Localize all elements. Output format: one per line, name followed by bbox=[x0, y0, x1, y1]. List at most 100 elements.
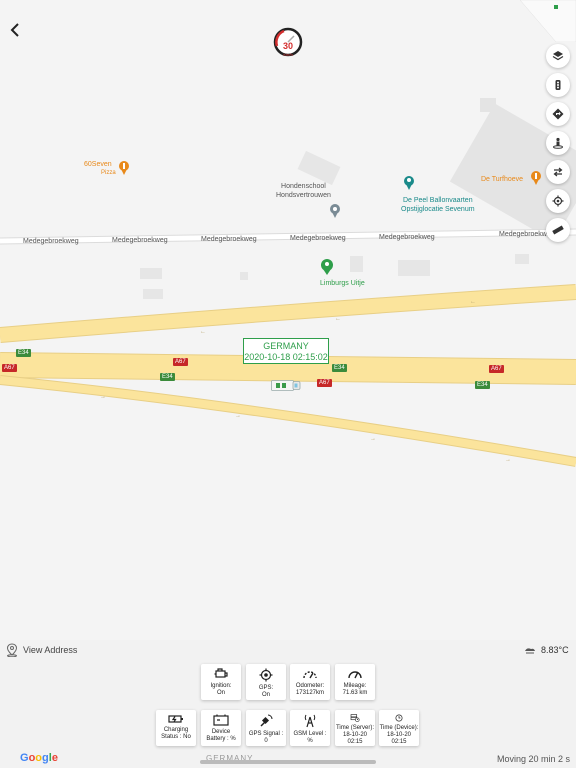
engine-icon bbox=[214, 668, 228, 678]
speedometer-icon bbox=[348, 671, 362, 679]
google-logo: Google bbox=[20, 752, 58, 764]
device-battery-label: Device Battery : % bbox=[206, 729, 236, 742]
ignition-card[interactable]: Ignition: On bbox=[201, 664, 241, 700]
shield-a67: A67 bbox=[317, 379, 332, 387]
gps-card[interactable]: GPS: On bbox=[246, 664, 286, 700]
charging-card[interactable]: Charging Status : No bbox=[156, 710, 196, 746]
satellite-icon bbox=[260, 714, 273, 727]
highway bbox=[0, 376, 576, 466]
server-time-icon bbox=[350, 714, 360, 722]
gps-signal-card[interactable]: GPS Signal : 0 bbox=[246, 710, 286, 746]
odometer-label: Odometer: 173127km bbox=[295, 683, 325, 696]
street-label: Medegebroekweg bbox=[23, 238, 79, 245]
shield-e34: E34 bbox=[16, 349, 31, 357]
road-arrow: → bbox=[505, 457, 511, 463]
street-label: Medegebroekweg bbox=[290, 235, 346, 242]
swap-button[interactable] bbox=[546, 160, 570, 184]
clock-icon bbox=[395, 714, 403, 722]
poi-label-limburgs[interactable]: Limburgs Uitje bbox=[320, 279, 365, 288]
gps-label: GPS: On bbox=[258, 685, 274, 698]
ignition-label: Ignition: On bbox=[210, 683, 232, 696]
home-indicator[interactable] bbox=[200, 760, 376, 764]
speed-value: 30 bbox=[282, 41, 293, 51]
gsm-level-card[interactable]: GSM Level : % bbox=[290, 710, 330, 746]
street-view-button[interactable] bbox=[546, 131, 570, 155]
charging-label: Charging Status : No bbox=[161, 727, 191, 740]
status-indicator-icon bbox=[554, 5, 558, 9]
road-arrow: → bbox=[235, 413, 241, 419]
device-battery-card[interactable]: Device Battery : % bbox=[201, 710, 241, 746]
map-tool-rail bbox=[546, 44, 572, 247]
shield-a67: A67 bbox=[2, 364, 17, 372]
server-time-label: Time (Server): 18-10-20 02:15 bbox=[335, 725, 375, 745]
poi-label-hondenschool[interactable]: Hondenschool Hondsvertrouwen bbox=[276, 182, 331, 200]
swap-icon bbox=[553, 167, 563, 177]
street-label: Medegebroekweg bbox=[112, 237, 168, 244]
back-chevron-icon[interactable] bbox=[6, 20, 26, 40]
street-label: Medegebroekweg bbox=[379, 234, 435, 241]
building bbox=[398, 260, 430, 276]
gps-signal-label: GPS Signal : 0 bbox=[248, 731, 284, 744]
poi-label-60seven[interactable]: 60Seven bbox=[84, 160, 112, 169]
gsm-level-label: GSM Level : % bbox=[293, 731, 327, 744]
device-time-label: Time (Device): 18-10-20 02:15 bbox=[379, 725, 419, 745]
vehicle-info-popup[interactable]: GERMANY 2020-10-18 02:15:02 bbox=[243, 338, 329, 364]
server-time-card[interactable]: Time (Server): 18-10-20 02:15 bbox=[335, 710, 375, 746]
shield-a67: A67 bbox=[489, 365, 504, 373]
location-pin-icon bbox=[6, 643, 18, 657]
traffic-button[interactable] bbox=[546, 73, 570, 97]
road-arrow: ← bbox=[470, 299, 476, 305]
device-time-card[interactable]: Time (Device): 18-10-20 02:15 bbox=[379, 710, 419, 746]
shield-e34: E34 bbox=[160, 373, 175, 381]
directions-icon bbox=[552, 108, 564, 120]
vehicle-status-panel: View Address 8.83°C Ignition: On GPS: On… bbox=[0, 640, 576, 768]
road-arrow: → bbox=[100, 394, 106, 400]
building bbox=[480, 98, 496, 112]
mileage-label: Mileage: 71.63 km bbox=[342, 683, 368, 696]
view-address-button[interactable]: View Address bbox=[6, 643, 77, 657]
highway bbox=[0, 285, 576, 342]
road-arrow: ← bbox=[200, 329, 206, 335]
ruler-button[interactable] bbox=[546, 218, 570, 242]
road-arrow: → bbox=[370, 436, 376, 442]
gps-icon bbox=[259, 668, 273, 682]
poi-label-pizza: Pizza bbox=[101, 170, 116, 176]
pizza-pin-icon[interactable] bbox=[119, 161, 129, 175]
shield-e34: E34 bbox=[475, 381, 490, 389]
directions-button[interactable] bbox=[546, 102, 570, 126]
odometer-icon bbox=[303, 671, 317, 679]
road-arrow: ← bbox=[335, 316, 341, 322]
street-label: Medegebroekweg bbox=[201, 236, 257, 243]
moving-status: Moving 20 min 2 s bbox=[496, 754, 570, 764]
speed-unit: Km/h bbox=[283, 52, 293, 57]
temperature: 8.83°C bbox=[541, 645, 569, 655]
popup-timestamp: 2020-10-18 02:15:02 bbox=[244, 352, 328, 362]
tower-icon bbox=[304, 714, 316, 728]
battery-charging-icon bbox=[168, 715, 183, 723]
attraction-pin-icon[interactable] bbox=[321, 259, 333, 275]
mileage-card[interactable]: Mileage: 71.63 km bbox=[335, 664, 375, 700]
view-address-label: View Address bbox=[23, 645, 78, 655]
locate-button[interactable] bbox=[546, 189, 570, 213]
street-view-icon bbox=[553, 137, 563, 149]
weather-icon bbox=[525, 648, 535, 654]
building bbox=[240, 272, 248, 280]
poi-label-turfhoeve[interactable]: De Turfhoeve bbox=[481, 175, 523, 184]
poi-label-de-peel[interactable]: De Peel Ballonvaarten Opstijglocatie Sev… bbox=[401, 196, 475, 214]
building bbox=[350, 256, 363, 272]
truck-marker-icon[interactable] bbox=[271, 380, 301, 391]
place-pin-icon[interactable] bbox=[330, 204, 340, 218]
popup-country: GERMANY bbox=[263, 341, 309, 351]
locate-icon bbox=[552, 195, 564, 207]
odometer-card[interactable]: Odometer: 173127km bbox=[290, 664, 330, 700]
building bbox=[143, 289, 163, 299]
traffic-light-icon bbox=[555, 80, 561, 90]
balloon-pin-icon[interactable] bbox=[404, 176, 414, 190]
building bbox=[297, 150, 341, 186]
map-canvas: ← ← ← → → → → bbox=[0, 98, 576, 467]
building bbox=[140, 268, 162, 279]
map-view[interactable]: ← ← ← → → → → 60Seven Pizza Hondenschool… bbox=[0, 0, 576, 640]
ruler-icon bbox=[552, 225, 564, 235]
shield-e34: E34 bbox=[332, 364, 347, 372]
layers-button[interactable] bbox=[546, 44, 570, 68]
